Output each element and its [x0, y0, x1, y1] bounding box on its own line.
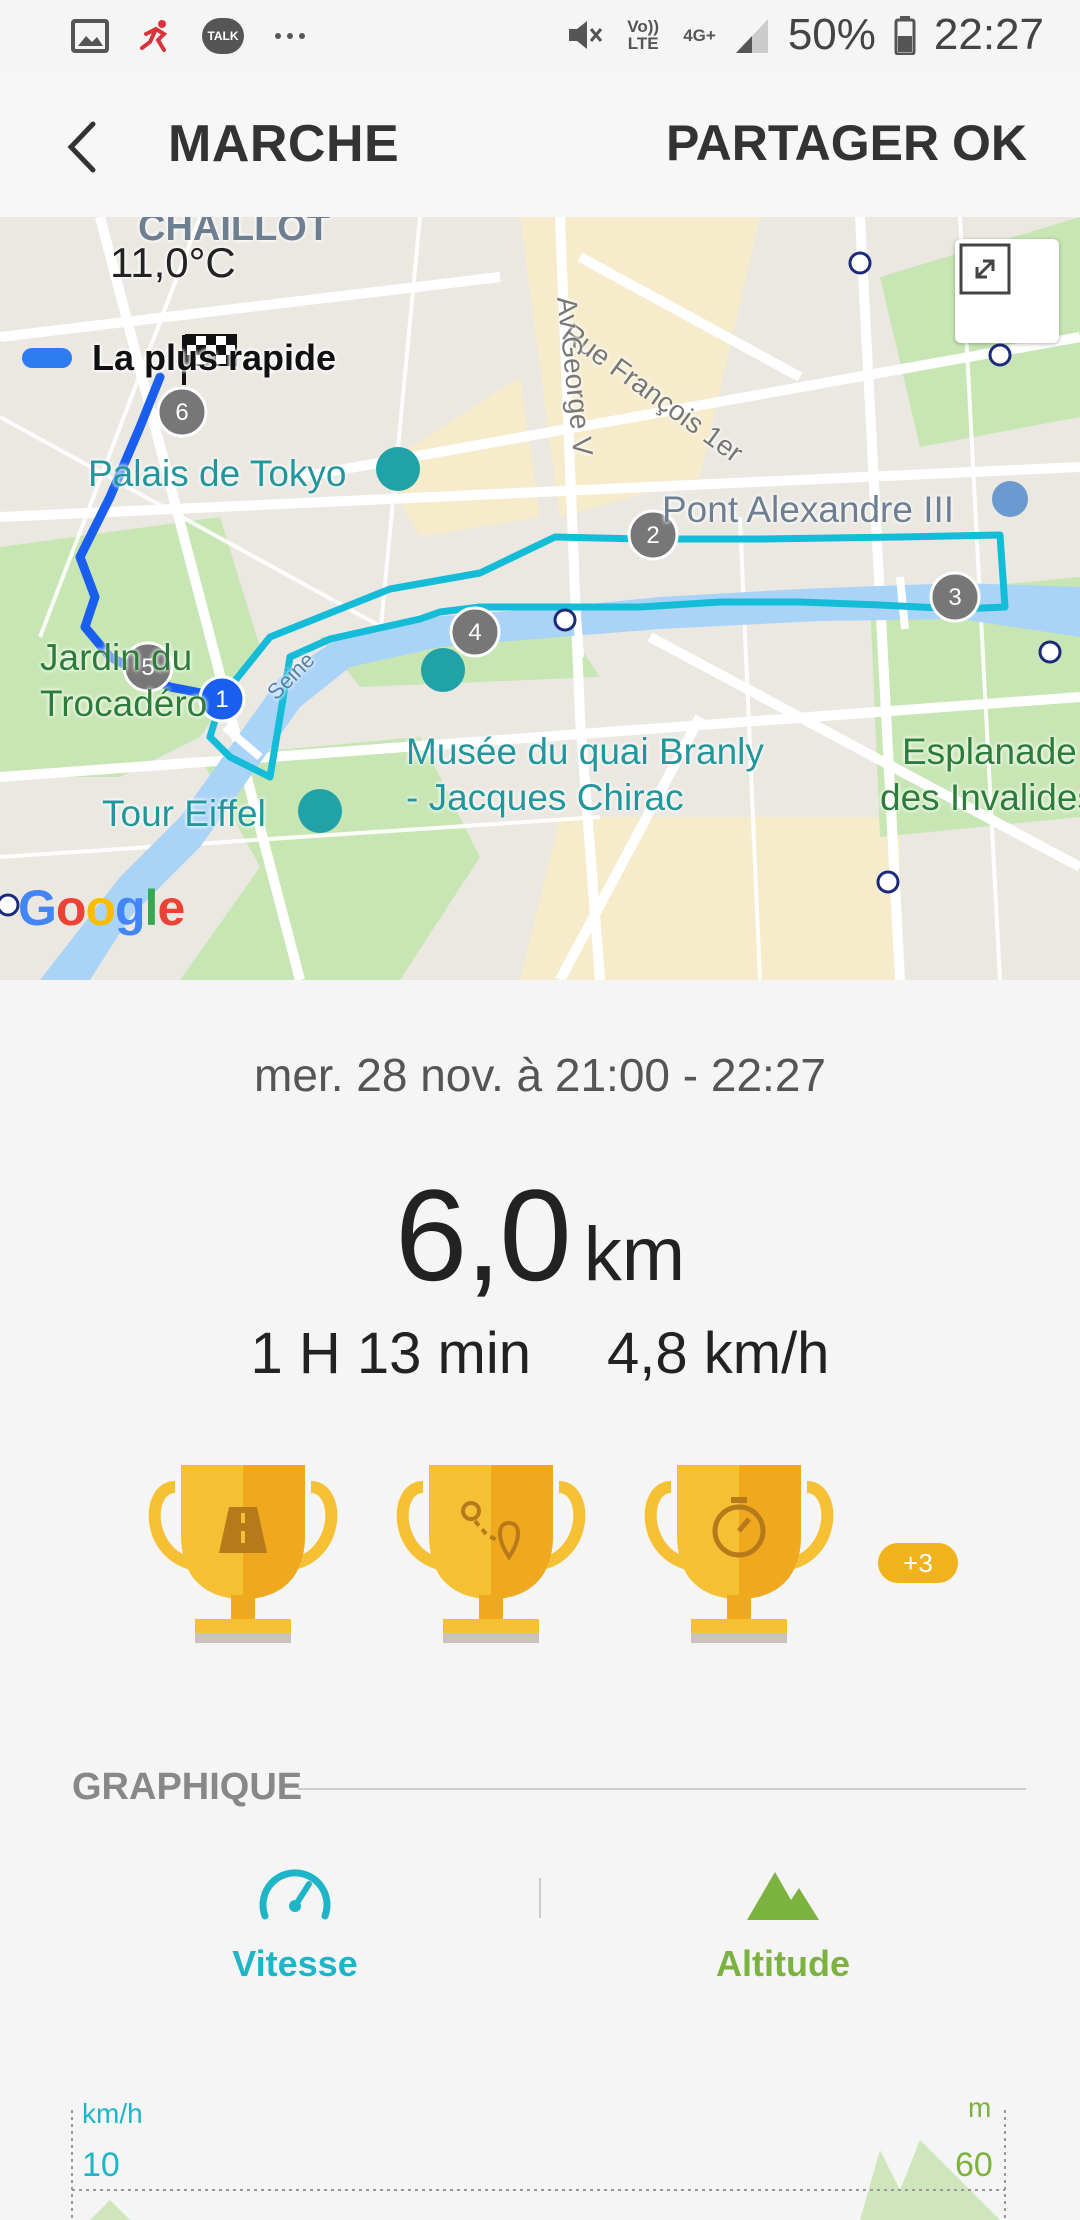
map-label-tour-eiffel: Tour Eiffel	[102, 793, 266, 834]
trophy-duration-icon[interactable]	[641, 1465, 837, 1655]
axis-value-left: 10	[82, 2146, 120, 2184]
map-label-jardin-2: Trocadéro	[40, 683, 208, 724]
route-map[interactable]: 1 2 3 4 5 6 CHAILLOT 11,0°C La plus rapi…	[0, 217, 1080, 980]
ok-button[interactable]: OK	[952, 114, 1027, 172]
mountain-icon	[747, 1872, 819, 1920]
legend-swatch	[22, 348, 72, 368]
volte-label: Vo)) LTE	[627, 17, 660, 53]
trophy-distance-icon[interactable]	[145, 1465, 341, 1655]
tab-vitesse-label: Vitesse	[232, 1943, 358, 1984]
more-dots-icon	[275, 33, 305, 39]
battery-percent: 50%	[787, 10, 876, 59]
map-label-esplanade-1: Esplanade	[902, 731, 1077, 772]
trophies	[145, 1465, 837, 1655]
workout-stats: 1 H 13 min 4,8 km/h	[0, 1320, 1080, 1387]
battery-icon	[894, 16, 916, 55]
marker-6: 6	[175, 399, 188, 426]
trophy-route-icon[interactable]	[393, 1465, 589, 1655]
image-icon	[71, 19, 109, 53]
distance-value: 6,0	[394, 1162, 572, 1308]
page-title: MARCHE	[168, 115, 400, 173]
marker-1: 1	[215, 686, 228, 713]
speed-altitude-chart: km/h 10 m 60	[0, 2090, 1080, 2220]
talk-icon: TALK	[202, 18, 244, 54]
running-icon	[140, 20, 168, 52]
chevron-left-icon	[67, 121, 96, 173]
share-button[interactable]: PARTAGER	[666, 114, 939, 172]
tab-vitesse[interactable]: Vitesse	[145, 1860, 445, 1985]
network-label: 4G+	[683, 25, 716, 45]
tab-separator	[539, 1878, 541, 1918]
temperature: 11,0°C	[110, 239, 236, 286]
map-label-pont-alexandre: Pont Alexandre III	[662, 489, 955, 530]
map-label-jardin-1: Jardin du	[40, 637, 193, 678]
more-trophies-badge[interactable]: +3	[878, 1543, 958, 1583]
workout-date: mer. 28 nov. à 21:00 - 22:27	[254, 1049, 826, 1101]
speedometer-icon	[259, 1869, 331, 1920]
clock: 22:27	[933, 10, 1044, 59]
tab-altitude[interactable]: Altitude	[633, 1860, 933, 1985]
distance: 6,0 km	[0, 1160, 1080, 1310]
map-label-esplanade-2: des Invalides	[880, 777, 1080, 818]
back-button[interactable]	[55, 112, 115, 182]
route-legend: La plus rapide	[22, 337, 336, 379]
map-label-palais-de-tokyo: Palais de Tokyo	[88, 453, 347, 494]
tab-altitude-label: Altitude	[716, 1943, 850, 1984]
section-title-graphique: GRAPHIQUE	[72, 1766, 303, 1808]
axis-unit-right: m	[968, 2092, 992, 2123]
mute-icon	[569, 21, 603, 49]
legend-label: La plus rapide	[92, 337, 337, 378]
expand-map-button[interactable]	[955, 239, 1059, 343]
distance-unit: km	[583, 1212, 686, 1297]
chart-canvas	[71, 2110, 1006, 2220]
duration: 1 H 13 min	[250, 1321, 532, 1386]
map-canvas: 1 2 3 4 5 6	[0, 217, 1080, 980]
marker-2: 2	[646, 522, 659, 549]
marker-3: 3	[948, 584, 961, 611]
map-label-musee-2: - Jacques Chirac	[406, 777, 684, 818]
signal-icon	[735, 19, 768, 53]
section-divider	[298, 1788, 1026, 1790]
axis-value-right: 60	[955, 2146, 993, 2184]
marker-4: 4	[468, 619, 481, 646]
average-speed: 4,8 km/h	[607, 1321, 830, 1386]
status-bar: TALK Vo)) LTE 4G+ 50% 22:27	[0, 0, 1080, 72]
google-logo: Google	[18, 880, 185, 936]
map-label-musee-1: Musée du quai Branly	[406, 731, 764, 772]
expand-icon	[959, 243, 1011, 295]
axis-unit-left: km/h	[82, 2098, 143, 2129]
app-bar: MARCHE PARTAGER OK	[0, 72, 1080, 217]
